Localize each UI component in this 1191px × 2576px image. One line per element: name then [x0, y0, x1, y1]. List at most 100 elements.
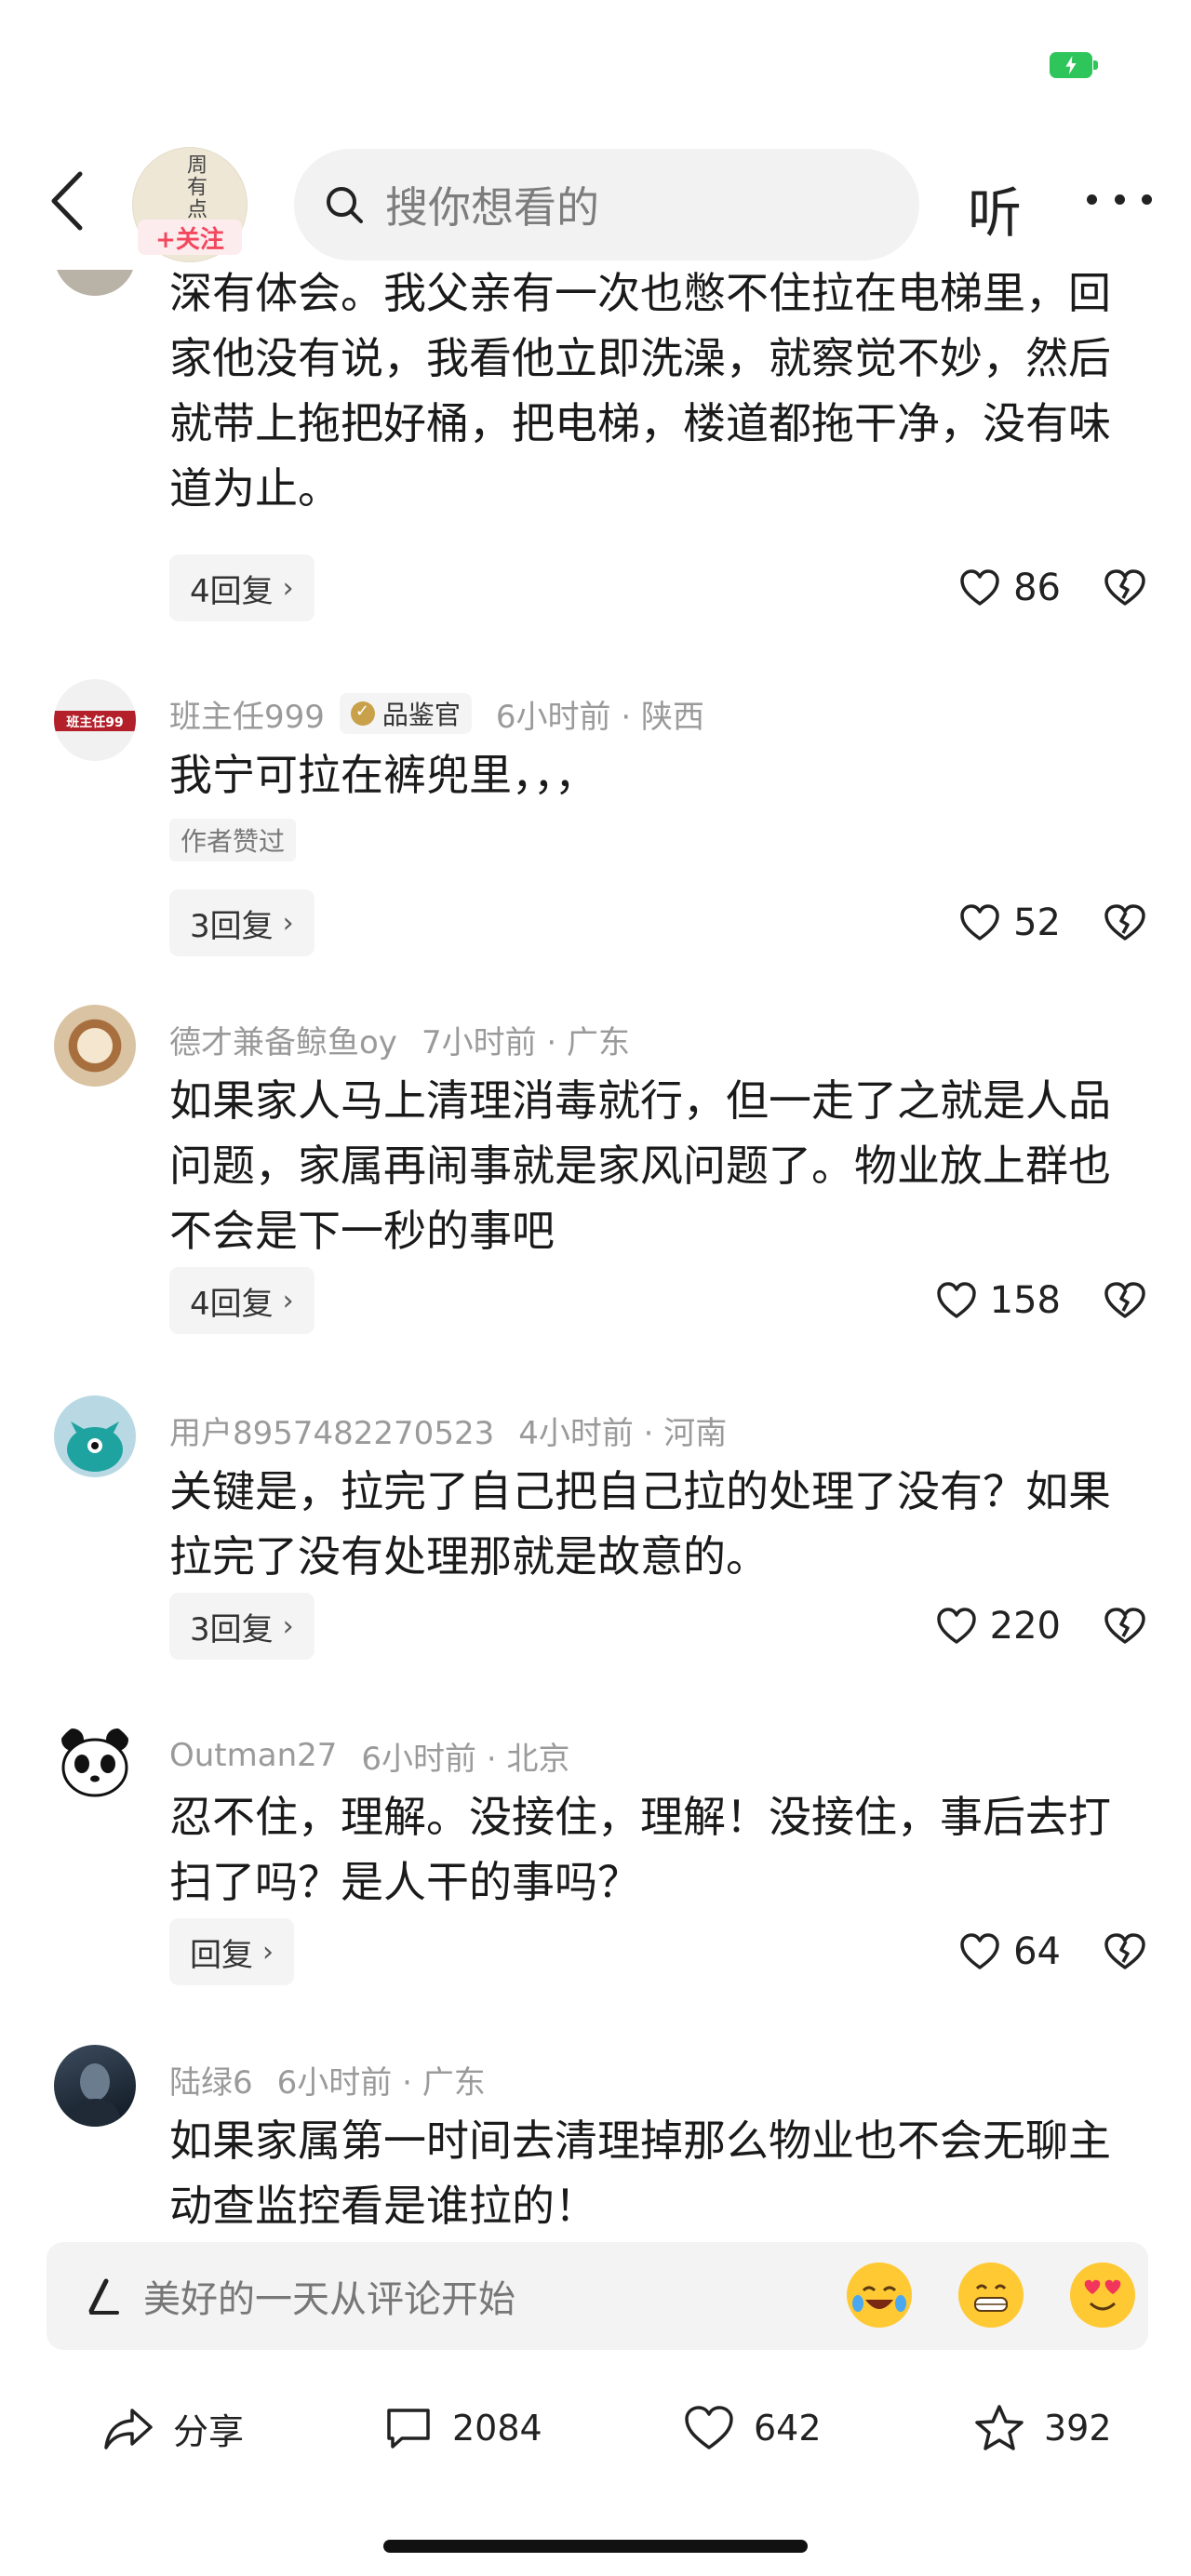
favorite-count: 392	[1044, 2408, 1112, 2449]
back-button[interactable]	[41, 166, 93, 236]
replies-button[interactable]: 3回复 ›	[169, 1593, 314, 1660]
panda-avatar-image	[61, 1728, 128, 1797]
bottom-action-bar: 分享 2084 642 392	[0, 2372, 1191, 2484]
comment-text: 关键是，拉完了自己把自己拉的处理了没有？如果拉完了没有处理那就是故意的。	[169, 1466, 1111, 1582]
username[interactable]: 陆绿6	[169, 2057, 253, 2102]
status-bar	[0, 0, 1191, 140]
comment-text: 忍不住，理解。没接住，理解！没接住，事后去打扫了吗？是人干的事吗？	[169, 1792, 1111, 1907]
follow-button[interactable]: +关注	[138, 220, 242, 255]
star-icon	[975, 2405, 1024, 2450]
replies-button[interactable]: 4回复 ›	[169, 1267, 314, 1334]
username[interactable]: 德才兼备鲸鱼oy	[169, 1017, 397, 1062]
svg-text:班主任99: 班主任99	[66, 714, 123, 730]
comment-meta: 陆绿6 6小时前 · 广东	[169, 2056, 486, 2102]
comment-text: 如果家人马上清理消毒就行，但一走了之就是人品问题，家属再闹事就是家风问题了。物业…	[169, 1075, 1111, 1256]
comment-bubble-icon	[387, 2409, 430, 2449]
time-location: 6小时前 · 陕西	[495, 698, 704, 736]
post-like-count: 642	[754, 2408, 822, 2449]
home-indicator[interactable]	[383, 2540, 808, 2553]
comment-input-placeholder: 美好的一天从评论开始	[143, 2278, 515, 2321]
heart-eyes-emoji-button[interactable]	[1070, 2262, 1135, 2328]
comments-button[interactable]: 2084	[383, 2398, 542, 2458]
avatar-logo-image: 班主任99	[54, 711, 136, 731]
comment-meta: 用户8957482270523 4小时前 · 河南	[169, 1407, 727, 1453]
chevron-right-icon: ›	[282, 1284, 294, 1317]
dislike-button[interactable]	[1104, 889, 1146, 956]
like-count: 220	[989, 1605, 1061, 1648]
dislike-button[interactable]	[1104, 1918, 1146, 1985]
search-input[interactable]: 搜你想看的	[294, 149, 919, 260]
badge-label: 品鉴官	[381, 700, 461, 730]
comment-meta: 德才兼备鲸鱼oy 7小时前 · 广东	[169, 1016, 630, 1062]
grinning-emoji-button[interactable]	[958, 2262, 1024, 2328]
avatar[interactable]	[54, 2045, 136, 2127]
comment-list[interactable]: 深有体会。我父亲有一次也憋不住拉在电梯里，回家他没有说，我看他立即洗澡，就察觉不…	[0, 270, 1191, 2242]
laughing-tears-emoji-icon	[851, 2267, 907, 2323]
comment-count: 2084	[452, 2408, 542, 2449]
broken-heart-icon	[1104, 1282, 1145, 1318]
replies-button[interactable]: 4回复 ›	[169, 554, 314, 621]
favorite-button[interactable]: 392	[973, 2398, 1112, 2458]
like-button[interactable]: 158	[936, 1267, 1061, 1334]
username[interactable]: Outman27	[169, 1737, 337, 1774]
comment-text: 深有体会。我父亲有一次也憋不住拉在电梯里，回家他没有说，我看他立即洗澡，就察觉不…	[169, 270, 1111, 514]
chevron-right-icon: ›	[262, 1935, 274, 1969]
heart-eyes-emoji-icon	[1075, 2267, 1131, 2323]
avatar[interactable]: 班主任99	[54, 679, 136, 761]
replies-label: 3回复	[190, 1610, 274, 1648]
broken-heart-icon	[1104, 1933, 1145, 1969]
heart-icon	[960, 569, 999, 606]
like-button[interactable]: 220	[936, 1593, 1061, 1660]
like-post-button[interactable]: 642	[683, 2398, 822, 2458]
avatar-creature-image	[67, 1421, 123, 1472]
like-button[interactable]: 64	[959, 1918, 1061, 1985]
time-location: 7小时前 · 广东	[421, 1023, 630, 1061]
heart-icon	[685, 2406, 733, 2449]
chevron-right-icon: ›	[282, 906, 294, 940]
search-placeholder: 搜你想看的	[385, 182, 599, 233]
avatar[interactable]	[54, 1721, 136, 1803]
share-arrow-icon	[104, 2409, 153, 2449]
replies-label: 4回复	[190, 572, 274, 610]
chevron-right-icon: ›	[282, 571, 294, 605]
comment-input[interactable]: 美好的一天从评论开始	[47, 2242, 1148, 2350]
like-button[interactable]: 86	[959, 554, 1061, 621]
comment-text: 我宁可拉在裤兜里，，，	[169, 750, 597, 800]
more-dot-icon	[1114, 194, 1125, 205]
dislike-button[interactable]	[1104, 554, 1146, 621]
replies-label: 4回复	[190, 1285, 274, 1323]
replies-button[interactable]: 回复 ›	[169, 1918, 294, 1985]
avatar[interactable]	[54, 1005, 136, 1087]
more-dot-icon	[1087, 194, 1097, 205]
verified-seal-icon	[350, 701, 375, 726]
chevron-left-icon	[51, 171, 83, 231]
username[interactable]: 班主任999	[169, 691, 325, 737]
dislike-button[interactable]	[1104, 1267, 1146, 1334]
pencil-icon	[88, 2278, 119, 2315]
replies-button[interactable]: 3回复 ›	[169, 889, 314, 956]
author-liked-tag: 作者赞过	[169, 819, 297, 861]
avatar[interactable]	[54, 1395, 136, 1477]
more-options-button[interactable]	[1087, 180, 1152, 218]
broken-heart-icon	[1104, 904, 1145, 941]
heart-icon	[936, 1282, 976, 1318]
heart-icon	[960, 904, 999, 941]
broken-heart-icon	[1104, 569, 1145, 606]
heart-icon	[960, 1933, 999, 1969]
like-count: 64	[1013, 1930, 1061, 1973]
like-button[interactable]: 52	[959, 889, 1061, 956]
heart-icon	[936, 1608, 976, 1644]
more-dot-icon	[1142, 194, 1152, 205]
like-count: 86	[1013, 567, 1061, 609]
share-label: 分享	[173, 2410, 245, 2452]
share-button[interactable]: 分享	[102, 2398, 244, 2458]
username[interactable]: 用户8957482270523	[169, 1408, 494, 1453]
avatar[interactable]	[54, 270, 136, 296]
listen-button[interactable]: 听	[968, 169, 1022, 247]
user-badge: 品鉴官	[339, 693, 472, 734]
comment-meta: 班主任999 品鉴官 6小时前 · 陕西	[169, 690, 704, 737]
dislike-button[interactable]	[1104, 1593, 1146, 1660]
replies-label: 3回复	[190, 907, 274, 945]
laughing-tears-emoji-button[interactable]	[847, 2262, 912, 2328]
like-count: 52	[1013, 901, 1061, 944]
